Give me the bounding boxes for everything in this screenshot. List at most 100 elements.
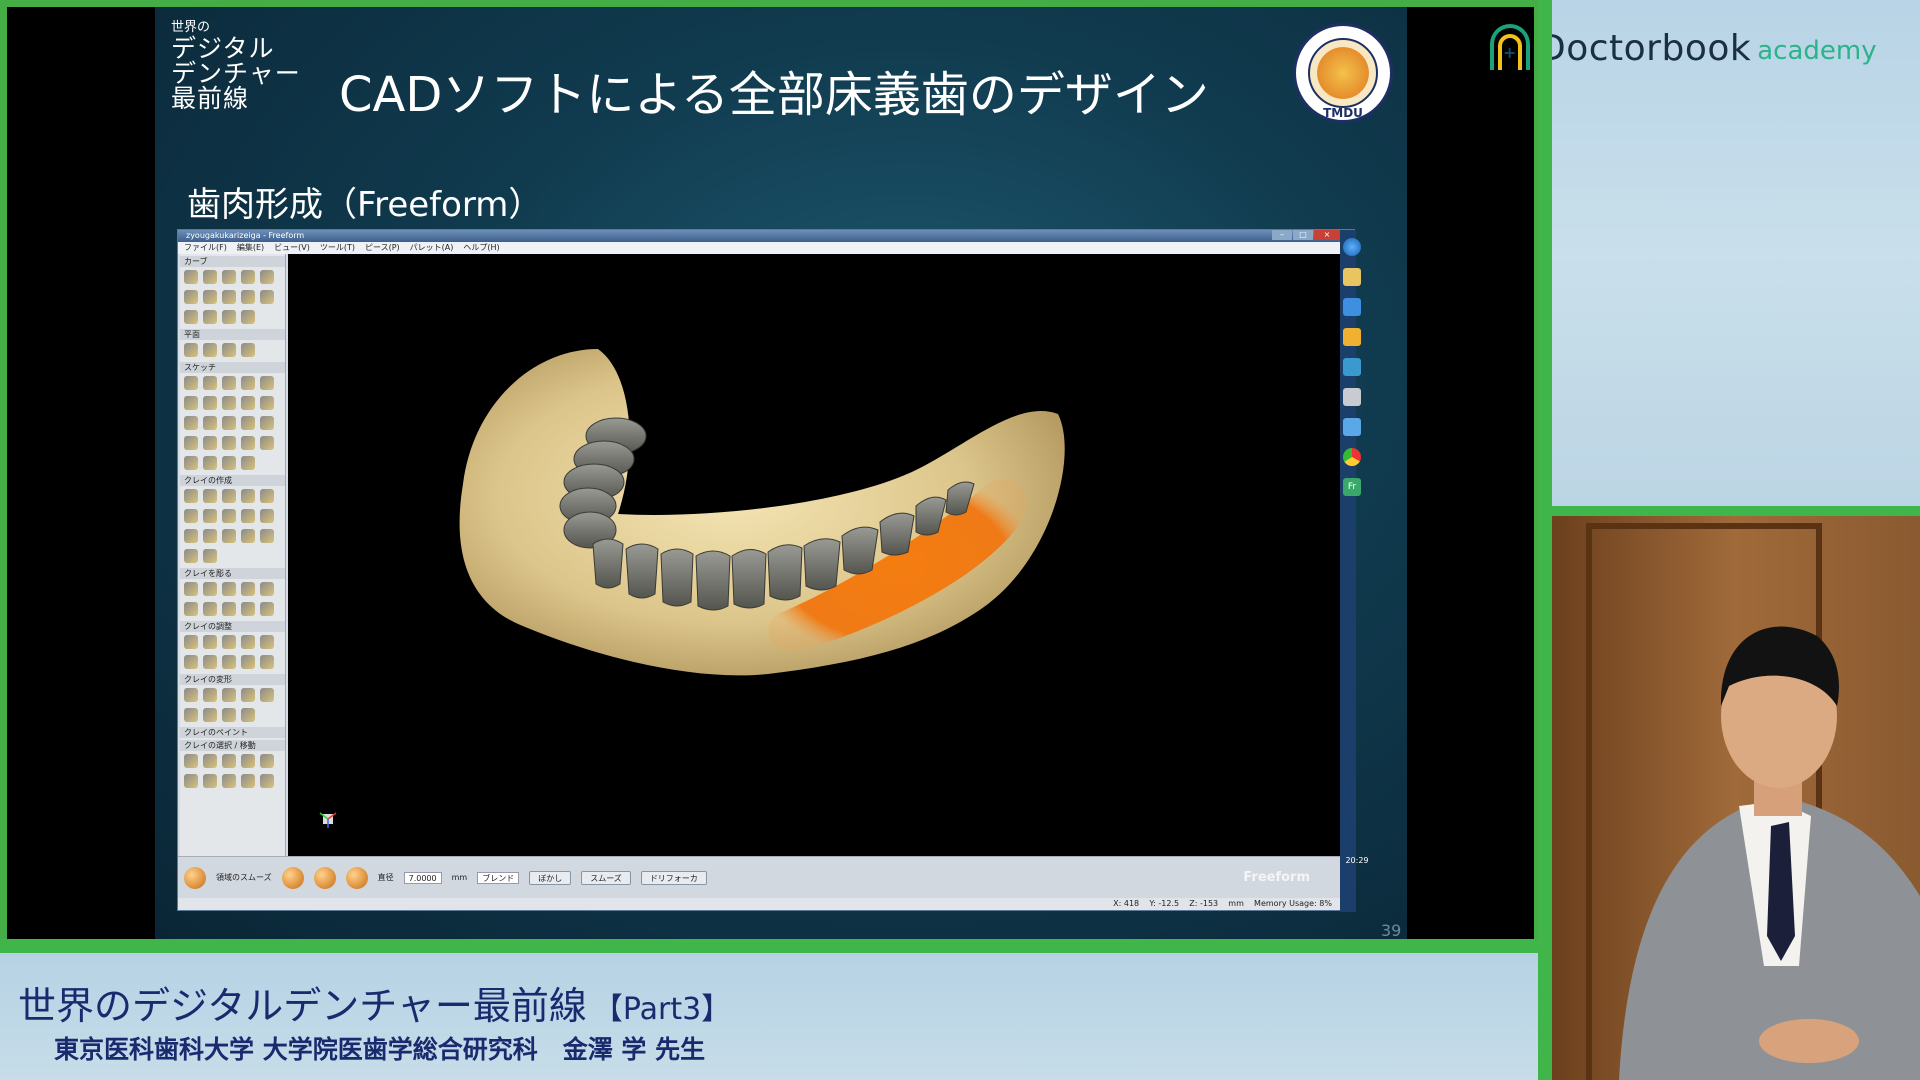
tool-icon[interactable]	[260, 436, 274, 450]
tool-icon[interactable]	[203, 529, 217, 543]
tool-icon[interactable]	[184, 688, 198, 702]
radius-input[interactable]: 7.0000	[403, 871, 442, 884]
chrome-icon[interactable]	[1343, 448, 1361, 466]
tool-icon[interactable]	[241, 456, 255, 470]
tool-icon[interactable]	[184, 529, 198, 543]
freeform-taskbar-icon[interactable]: Fr	[1343, 478, 1361, 496]
tool-icon[interactable]	[260, 774, 274, 788]
palette-section-plane[interactable]: 平面	[180, 329, 285, 340]
smooth-button[interactable]: スムーズ	[581, 870, 631, 885]
tool-icon[interactable]	[184, 270, 198, 284]
tool-icon[interactable]	[184, 416, 198, 430]
tool-icon[interactable]	[260, 270, 274, 284]
tool-icon[interactable]	[203, 549, 217, 563]
tool-icon[interactable]	[203, 436, 217, 450]
tool-icon[interactable]	[241, 509, 255, 523]
tool-icon[interactable]	[203, 456, 217, 470]
menu-file[interactable]: ファイル(F)	[184, 242, 227, 254]
palette-section-sketch[interactable]: スケッチ	[180, 362, 285, 373]
tool-icon[interactable]	[184, 310, 198, 324]
blur-button[interactable]: ぼかし	[529, 870, 572, 885]
tool-icon[interactable]	[184, 655, 198, 669]
tool-icon[interactable]	[184, 436, 198, 450]
windows-start-icon[interactable]	[1343, 238, 1361, 256]
tool-icon[interactable]	[260, 290, 274, 304]
tool-icon[interactable]	[222, 290, 236, 304]
palette-section-curve[interactable]: カーブ	[180, 256, 285, 267]
minimize-button[interactable]: –	[1272, 230, 1292, 240]
palette-section-clay-carve[interactable]: クレイを彫る	[180, 568, 285, 579]
smooth-area-tool-icon[interactable]	[184, 866, 206, 889]
tool-icon[interactable]	[203, 635, 217, 649]
brush-tool-icon[interactable]	[281, 866, 304, 889]
network-icon[interactable]	[1343, 358, 1361, 376]
tool-icon[interactable]	[222, 343, 236, 357]
tool-icon[interactable]	[222, 602, 236, 616]
tool-icon[interactable]	[184, 582, 198, 596]
tool-icon[interactable]	[260, 635, 274, 649]
tool-icon[interactable]	[184, 602, 198, 616]
tool-icon[interactable]	[241, 310, 255, 324]
palette-section-clay-deform[interactable]: クレイの変形	[180, 674, 285, 685]
tool-icon[interactable]	[203, 688, 217, 702]
tool-icon[interactable]	[222, 416, 236, 430]
tool-icon[interactable]	[241, 416, 255, 430]
tool-icon[interactable]	[260, 688, 274, 702]
tool-icon[interactable]	[203, 602, 217, 616]
palette-section-clay-paint[interactable]: クレイのペイント	[180, 727, 285, 738]
tool-icon[interactable]	[184, 290, 198, 304]
tool-icon[interactable]	[184, 635, 198, 649]
tool-icon[interactable]	[260, 655, 274, 669]
tool-icon[interactable]	[184, 376, 198, 390]
tool-icon[interactable]	[203, 416, 217, 430]
tool-icon[interactable]	[184, 708, 198, 722]
tool-icon[interactable]	[203, 754, 217, 768]
menu-palette[interactable]: パレット(A)	[410, 242, 454, 254]
tool-icon[interactable]	[222, 376, 236, 390]
media-player-icon[interactable]	[1343, 328, 1361, 346]
cursor-tool-icon[interactable]	[345, 866, 368, 889]
palette-section-clay-create[interactable]: クレイの作成	[180, 475, 285, 486]
tool-icon[interactable]	[222, 436, 236, 450]
tool-icon[interactable]	[203, 489, 217, 503]
tool-icon[interactable]	[203, 582, 217, 596]
tool-icon[interactable]	[241, 602, 255, 616]
tool-icon[interactable]	[184, 456, 198, 470]
tool-icon[interactable]	[184, 343, 198, 357]
tool-icon[interactable]	[203, 376, 217, 390]
3d-viewport[interactable]	[288, 254, 1340, 856]
tool-icon[interactable]	[203, 774, 217, 788]
tool-icon[interactable]	[260, 396, 274, 410]
tool-icon[interactable]	[241, 270, 255, 284]
tool-icon[interactable]	[184, 774, 198, 788]
tool-icon[interactable]	[241, 708, 255, 722]
tool-icon[interactable]	[222, 774, 236, 788]
palette-section-clay-select[interactable]: クレイの選択 / 移動	[180, 740, 285, 751]
palette-section-clay-adjust[interactable]: クレイの調整	[180, 621, 285, 632]
explorer-icon[interactable]	[1343, 268, 1361, 286]
tool-icon[interactable]	[241, 582, 255, 596]
tool-icon[interactable]	[184, 489, 198, 503]
app-icon[interactable]	[1343, 388, 1361, 406]
tool-icon[interactable]	[203, 270, 217, 284]
sphere-tool-icon[interactable]	[313, 866, 336, 889]
tool-icon[interactable]	[260, 529, 274, 543]
tool-icon[interactable]	[184, 754, 198, 768]
menu-piece[interactable]: ピース(P)	[365, 242, 400, 254]
tool-icon[interactable]	[260, 376, 274, 390]
tool-icon[interactable]	[222, 754, 236, 768]
tool-icon[interactable]	[260, 582, 274, 596]
tool-icon[interactable]	[260, 416, 274, 430]
tool-icon[interactable]	[241, 655, 255, 669]
tool-icon[interactable]	[203, 290, 217, 304]
cloud-icon[interactable]	[1343, 418, 1361, 436]
tool-icon[interactable]	[241, 290, 255, 304]
menu-help[interactable]: ヘルプ(H)	[463, 242, 499, 254]
tool-icon[interactable]	[260, 509, 274, 523]
tool-icon[interactable]	[222, 456, 236, 470]
tool-icon[interactable]	[184, 549, 198, 563]
tool-icon[interactable]	[203, 509, 217, 523]
tool-icon[interactable]	[222, 529, 236, 543]
mode-select[interactable]: ブレンド	[477, 871, 520, 884]
tool-icon[interactable]	[241, 396, 255, 410]
